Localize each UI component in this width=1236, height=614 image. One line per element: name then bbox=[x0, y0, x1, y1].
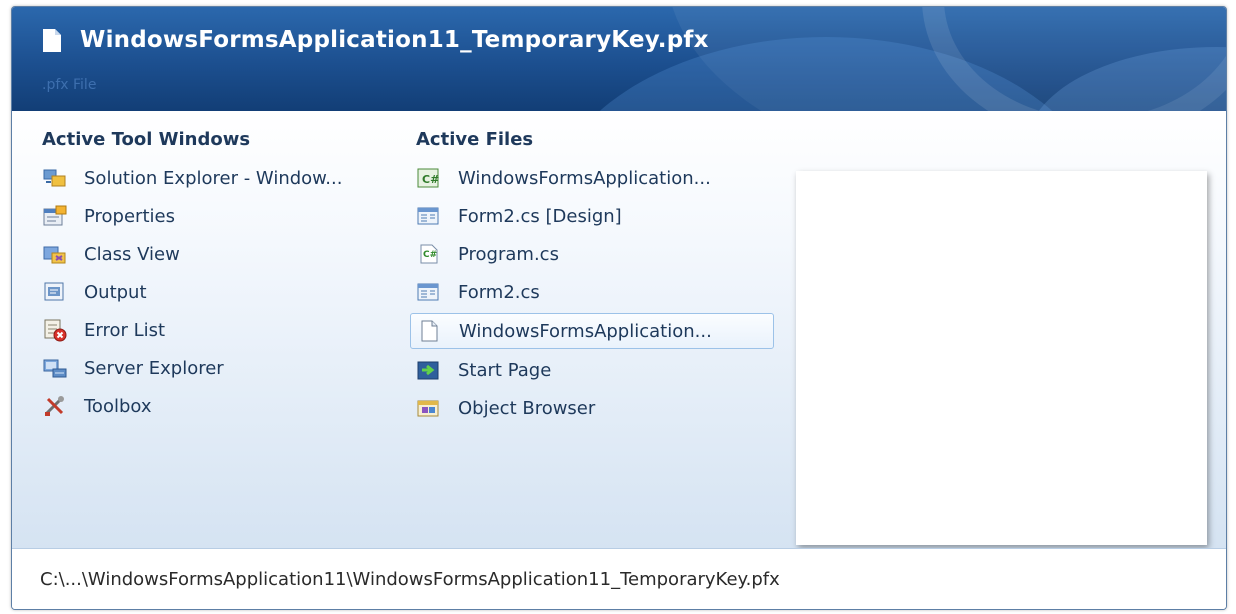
tool-item-output[interactable]: Output bbox=[40, 273, 410, 311]
tool-item-class-view[interactable]: Class View bbox=[40, 235, 410, 273]
tool-item-label: Server Explorer bbox=[84, 357, 224, 379]
active-files-heading: Active Files bbox=[416, 129, 534, 150]
tool-item-toolbox[interactable]: Toolbox bbox=[40, 387, 410, 425]
file-item-start-page[interactable]: Start Page bbox=[414, 351, 784, 389]
form-design-icon bbox=[416, 204, 442, 228]
file-type-label: .pfx File bbox=[42, 77, 97, 93]
tool-item-label: Output bbox=[84, 281, 147, 303]
tool-item-server-explorer[interactable]: Server Explorer bbox=[40, 349, 410, 387]
file-item-object-browser[interactable]: Object Browser bbox=[414, 389, 784, 427]
tool-item-label: Class View bbox=[84, 243, 180, 265]
tool-item-label: Toolbox bbox=[84, 395, 152, 417]
file-item-form2[interactable]: Form2.cs bbox=[414, 273, 784, 311]
active-files-column: Active Files C# WindowsFormsApplication.… bbox=[410, 127, 784, 427]
tool-item-properties[interactable]: Properties bbox=[40, 197, 410, 235]
form-design-icon bbox=[416, 280, 442, 304]
file-item-form2-design[interactable]: Form2.cs [Design] bbox=[414, 197, 784, 235]
tool-item-solution-explorer[interactable]: Solution Explorer - Window... bbox=[40, 159, 410, 197]
file-path: C:\...\WindowsFormsApplication11\Windows… bbox=[40, 568, 780, 590]
file-item-project[interactable]: C# WindowsFormsApplication... bbox=[414, 159, 784, 197]
tool-item-label: Solution Explorer - Window... bbox=[84, 167, 343, 189]
tool-item-label: Properties bbox=[84, 205, 175, 227]
server-explorer-icon bbox=[42, 356, 68, 380]
file-item-label: WindowsFormsApplication... bbox=[458, 167, 711, 189]
class-view-icon bbox=[42, 242, 68, 266]
start-page-icon bbox=[416, 358, 442, 382]
tool-item-label: Error List bbox=[84, 319, 166, 341]
csharp-file-icon: C# bbox=[416, 242, 442, 266]
solution-explorer-icon bbox=[42, 166, 68, 190]
file-item-label: Start Page bbox=[458, 359, 552, 381]
file-item-label: WindowsFormsApplication... bbox=[459, 320, 712, 342]
file-item-label: Program.cs bbox=[458, 243, 559, 265]
file-item-label: Form2.cs [Design] bbox=[458, 205, 622, 227]
file-item-temporary-key-selected[interactable]: WindowsFormsApplication... bbox=[410, 313, 774, 349]
active-tool-windows-column: Active Tool Windows Solution Explorer - … bbox=[40, 127, 410, 425]
active-tool-windows-heading: Active Tool Windows bbox=[42, 129, 251, 150]
file-item-label: Object Browser bbox=[458, 397, 596, 419]
ide-navigator-window: WindowsFormsApplication11_TemporaryKey.p… bbox=[11, 6, 1227, 610]
file-preview-pane bbox=[796, 171, 1207, 545]
navigator-header: WindowsFormsApplication11_TemporaryKey.p… bbox=[12, 7, 1226, 111]
file-item-program[interactable]: C# Program.cs bbox=[414, 235, 784, 273]
object-browser-icon bbox=[416, 396, 442, 420]
error-list-icon bbox=[42, 318, 68, 342]
status-bar: C:\...\WindowsFormsApplication11\Windows… bbox=[12, 548, 1226, 609]
tool-item-error-list[interactable]: Error List bbox=[40, 311, 410, 349]
svg-text:C#: C# bbox=[422, 173, 439, 186]
file-item-label: Form2.cs bbox=[458, 281, 540, 303]
output-icon bbox=[42, 280, 68, 304]
svg-text:C#: C# bbox=[423, 250, 437, 260]
document-icon bbox=[417, 319, 443, 343]
properties-icon bbox=[42, 204, 68, 228]
navigator-body: Active Tool Windows Solution Explorer - … bbox=[12, 111, 1226, 549]
document-icon bbox=[42, 28, 62, 53]
file-title: WindowsFormsApplication11_TemporaryKey.p… bbox=[80, 27, 709, 53]
toolbox-icon bbox=[42, 394, 68, 418]
csharp-project-icon: C# bbox=[416, 166, 442, 190]
